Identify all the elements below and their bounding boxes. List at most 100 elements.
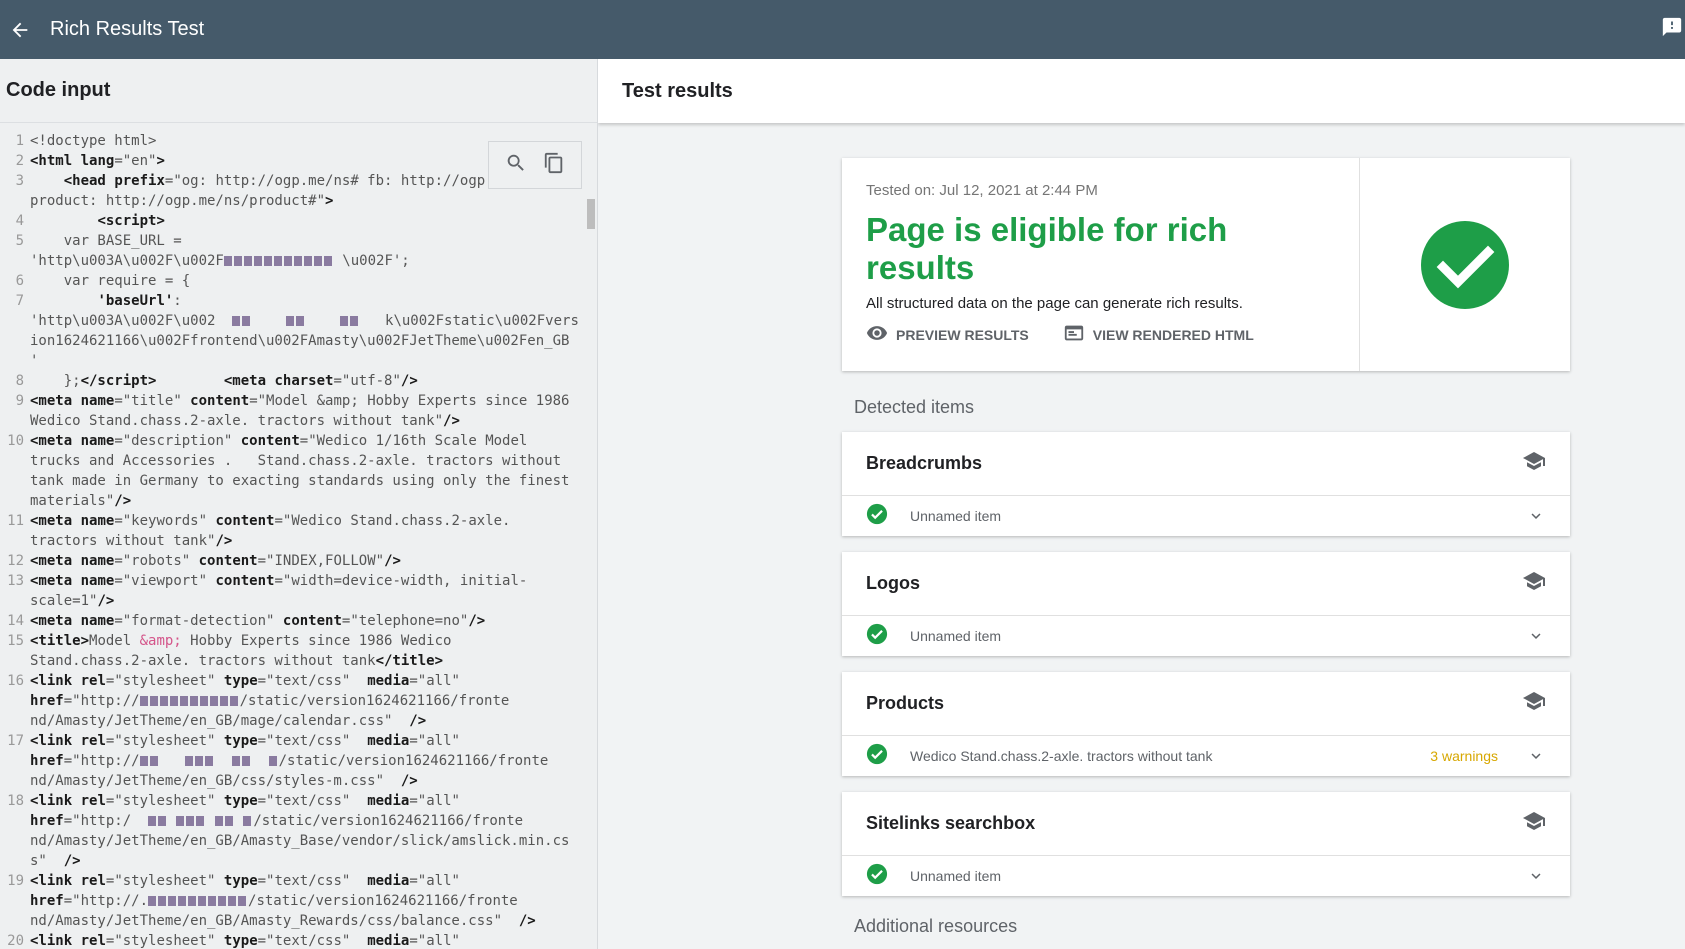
code-line: 20 <link rel="stylesheet" type="text/css"… xyxy=(0,931,597,949)
summary-actions: PREVIEW RESULTS VIEW RENDERED HTML xyxy=(866,322,1254,347)
line-number xyxy=(0,251,30,271)
summary-main: Tested on: Jul 12, 2021 at 2:44 PM Page … xyxy=(842,158,1360,371)
code-line: 5 var BASE_URL = xyxy=(0,231,597,251)
code-line: 11 <meta name="keywords" content="Wedico … xyxy=(0,511,597,531)
code-text: 'http\u003A\u002F\u002 k\u002Fstatic\u00… xyxy=(30,313,579,329)
code-line: 16 <link rel="stylesheet" type="text/css"… xyxy=(0,671,597,691)
line-number: 18 xyxy=(7,793,24,809)
back-arrow-icon[interactable] xyxy=(0,10,40,50)
feedback-icon[interactable] xyxy=(1659,14,1685,40)
line-number xyxy=(0,491,30,511)
line-number: 4 xyxy=(15,213,24,229)
code-text: ' xyxy=(30,353,39,369)
code-line: 'http\u003A\u002F\u002 k\u002Fstatic\u00… xyxy=(0,311,597,331)
chevron-down-icon[interactable] xyxy=(1526,746,1546,766)
line-number xyxy=(0,851,30,871)
line-number: 16 xyxy=(7,673,24,689)
detected-item-card: Logos Unnamed item xyxy=(842,552,1570,656)
line-number xyxy=(0,591,30,611)
line-number: 12 xyxy=(7,553,24,569)
line-number: 17 xyxy=(7,733,24,749)
item-row[interactable]: Wedico Stand.chass.2-axle. tractors with… xyxy=(842,736,1570,776)
code-text: <head prefix="og: http://ogp.me/ns# fb: … xyxy=(63,173,486,189)
results-content: Tested on: Jul 12, 2021 at 2:44 PM Page … xyxy=(842,158,1570,937)
graduation-cap-icon[interactable] xyxy=(1522,689,1546,718)
item-card-header: Logos xyxy=(842,552,1570,616)
code-text: <meta name="robots" content="INDEX,FOLLO… xyxy=(30,553,401,569)
graduation-cap-icon[interactable] xyxy=(1522,809,1546,838)
item-name: Wedico Stand.chass.2-axle. tractors with… xyxy=(910,748,1213,764)
code-line: 10 <meta name="description" content="Wedi… xyxy=(0,431,597,451)
preview-results-button[interactable]: PREVIEW RESULTS xyxy=(866,322,1029,347)
line-number: 3 xyxy=(15,173,24,189)
code-text: nd/Amasty/JetTheme/en_GB/Amasty_Rewards/… xyxy=(30,913,536,929)
line-number xyxy=(0,311,30,331)
code-line: nd/Amasty/JetTheme/en_GB/mage/calendar.c… xyxy=(0,711,597,731)
item-card-header: Products xyxy=(842,672,1570,736)
graduation-cap-icon[interactable] xyxy=(1522,449,1546,478)
code-scrollbar[interactable] xyxy=(585,124,597,949)
item-row[interactable]: Unnamed item xyxy=(842,856,1570,896)
code-text: 'http\u003A\u002F\u002F \u002F'; xyxy=(30,253,410,269)
code-line: 14 <meta name="format-detection" content=… xyxy=(0,611,597,631)
code-text: 'baseUrl': xyxy=(97,293,182,309)
line-number: 1 xyxy=(15,133,24,149)
code-line: 7 'baseUrl': xyxy=(0,291,597,311)
code-line: href="http:///static/version1624621166/f… xyxy=(0,691,597,711)
code-text: };</script> <meta charset="utf-8"/> xyxy=(30,373,418,389)
search-icon[interactable] xyxy=(505,152,527,179)
item-row[interactable]: Unnamed item xyxy=(842,496,1570,536)
code-text: <meta name="format-detection" content="t… xyxy=(30,613,486,629)
code-scrollbar-thumb[interactable] xyxy=(587,199,595,229)
item-card-header: Breadcrumbs xyxy=(842,432,1570,496)
code-line: product: http://ogp.me/ns/product#"> xyxy=(0,191,597,211)
view-rendered-html-button[interactable]: VIEW RENDERED HTML xyxy=(1063,322,1254,347)
valid-check-icon xyxy=(866,863,888,890)
detected-items-label: Detected items xyxy=(854,397,975,417)
code-text: nd/Amasty/JetTheme/en_GB/css/styles-m.cs… xyxy=(30,773,418,789)
code-text: <meta name="viewport" content="width=dev… xyxy=(30,573,528,589)
item-type-title: Sitelinks searchbox xyxy=(866,813,1036,833)
code-text: <meta name="keywords" content="Wedico St… xyxy=(30,513,511,529)
line-number: 20 xyxy=(7,933,24,949)
code-line: ion1624621166\u002Ffrontend\u002FAmasty\… xyxy=(0,331,597,351)
code-line: 12 <meta name="robots" content="INDEX,FOL… xyxy=(0,551,597,571)
line-number xyxy=(0,191,30,211)
chevron-down-icon[interactable] xyxy=(1526,626,1546,646)
code-editor[interactable]: 1 <!doctype html> 2 <html lang="en"> 3 <head… xyxy=(0,123,597,949)
code-line: 6 var require = { xyxy=(0,271,597,291)
code-line: href="http:// /static/version1624621166/… xyxy=(0,751,597,771)
code-text: <meta name="title" content="Model &amp; … xyxy=(30,393,570,409)
detected-items-list: Breadcrumbs Unnamed item Logos Unnamed item… xyxy=(842,432,1570,896)
code-line: 19 <link rel="stylesheet" type="text/css"… xyxy=(0,871,597,891)
copy-icon[interactable] xyxy=(543,152,565,179)
line-number: 6 xyxy=(15,273,24,289)
code-text: href="http://./static/version1624621166/… xyxy=(30,893,518,909)
code-text: <meta name="description" content="Wedico… xyxy=(30,433,528,449)
chevron-down-icon[interactable] xyxy=(1526,506,1546,526)
code-text: Stand.chass.2-axle. tractors without tan… xyxy=(30,653,444,669)
code-text: <script> xyxy=(97,213,165,229)
browser-window-icon xyxy=(1063,322,1085,347)
code-line: href="http:/ /static/version1624621166/f… xyxy=(0,811,597,831)
item-row[interactable]: Unnamed item xyxy=(842,616,1570,656)
valid-check-icon xyxy=(866,743,888,770)
verdict-description: All structured data on the page can gene… xyxy=(866,295,1243,312)
line-number: 8 xyxy=(15,373,24,389)
code-input-panel: Code input 1 <!doctype html> 2 <html lang="… xyxy=(0,59,598,949)
code-line: 18 <link rel="stylesheet" type="text/css"… xyxy=(0,791,597,811)
code-text: <link rel="stylesheet" type="text/css" m… xyxy=(30,873,460,889)
code-line: 8 };</script> <meta charset="utf-8"/> xyxy=(0,371,597,391)
code-input-header: Code input xyxy=(0,59,597,123)
line-number xyxy=(0,751,30,771)
code-text: scale=1"/> xyxy=(30,593,115,609)
graduation-cap-icon[interactable] xyxy=(1522,569,1546,598)
code-line: trucks and Accessories . Stand.chass.2-a… xyxy=(0,451,597,471)
line-number xyxy=(0,651,30,671)
code-text: tank made in Germany to exacting standar… xyxy=(30,473,570,489)
line-number: 9 xyxy=(15,393,24,409)
line-number xyxy=(0,531,30,551)
code-text: <title>Model &amp; Hobby Experts since 1… xyxy=(30,633,452,649)
code-text: nd/Amasty/JetTheme/en_GB/Amasty_Base/ven… xyxy=(30,833,570,849)
chevron-down-icon[interactable] xyxy=(1526,866,1546,886)
